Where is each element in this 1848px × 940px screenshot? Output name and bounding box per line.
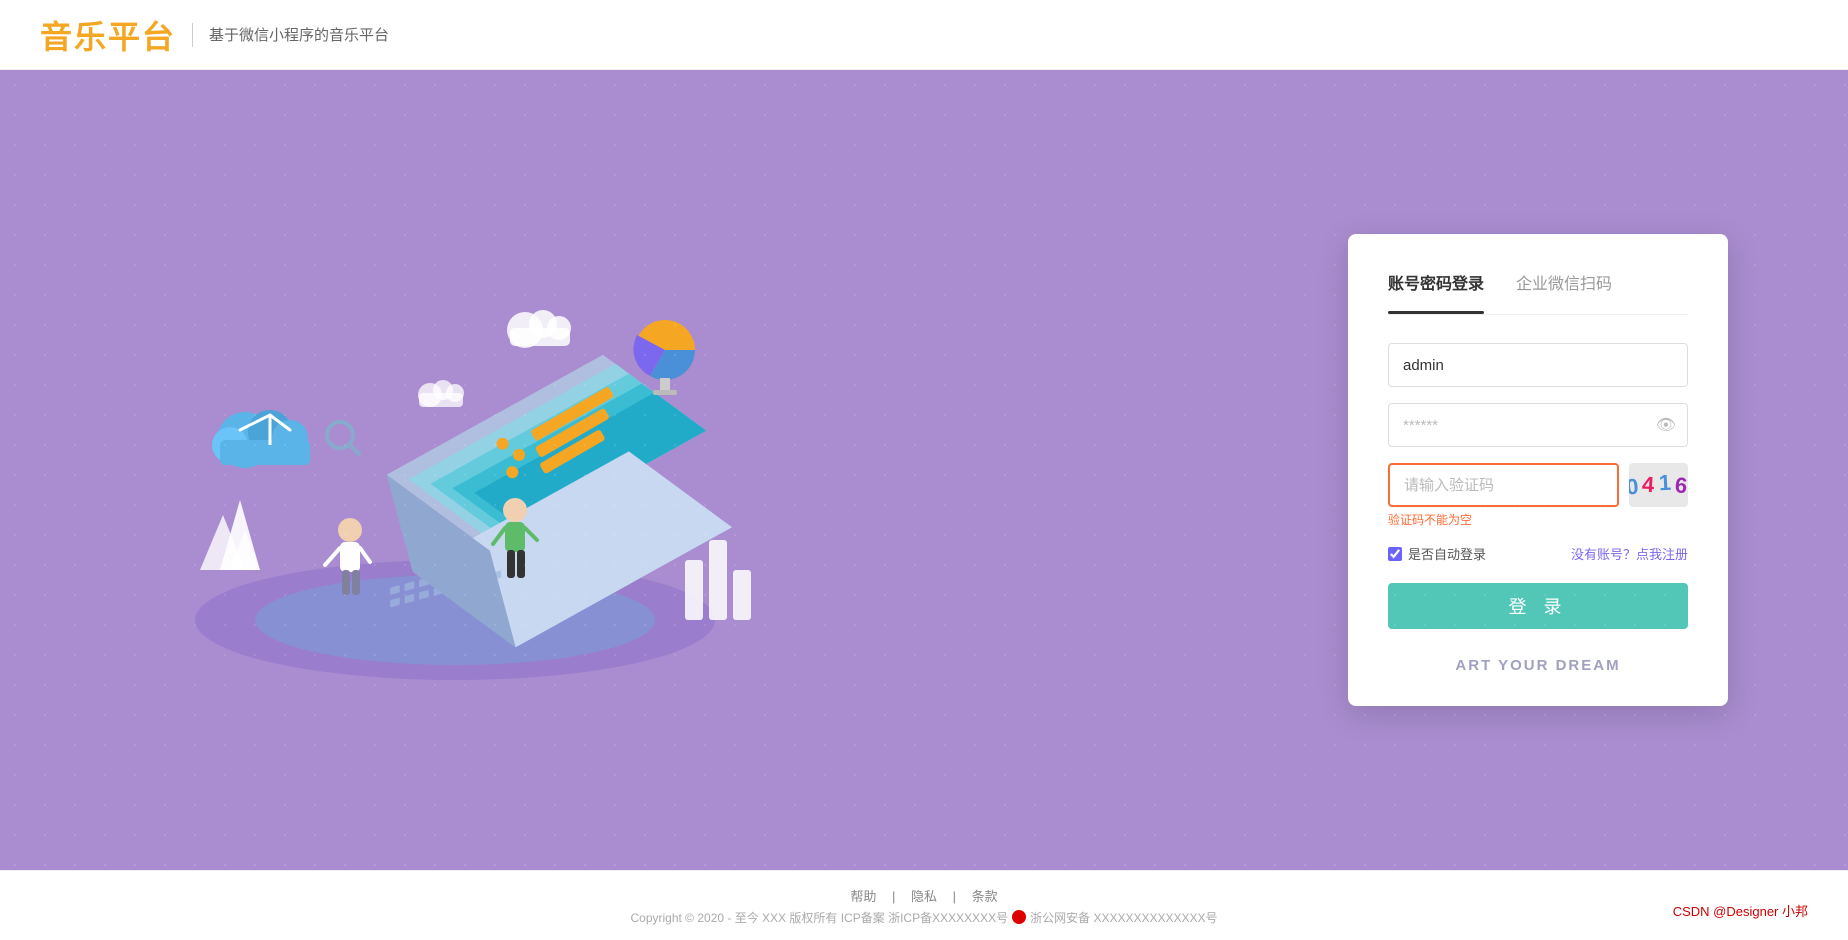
login-tabs: 账号密码登录 企业微信扫码 bbox=[1388, 270, 1688, 315]
tab-account-login[interactable]: 账号密码登录 bbox=[1388, 270, 1484, 302]
hero-illustration bbox=[80, 190, 830, 750]
username-input[interactable] bbox=[1388, 343, 1688, 387]
footer-sep1: | bbox=[892, 889, 895, 904]
captcha-group: 0416 验证码不能为空 bbox=[1388, 463, 1688, 528]
footer-help-link[interactable]: 帮助 bbox=[850, 889, 876, 904]
footer: 帮助 | 隐私 | 条款 Copyright © 2020 - 至今 XXX 版… bbox=[0, 870, 1848, 940]
password-input[interactable] bbox=[1388, 403, 1688, 447]
header: 音乐平台 基于微信小程序的音乐平台 bbox=[0, 0, 1848, 70]
header-subtitle: 基于微信小程序的音乐平台 bbox=[209, 24, 389, 45]
footer-privacy-link[interactable]: 隐私 bbox=[911, 889, 937, 904]
tab-wechat-scan[interactable]: 企业微信扫码 bbox=[1516, 270, 1612, 302]
footer-copyright: Copyright © 2020 - 至今 XXX 版权所有 ICP备案 浙IC… bbox=[630, 909, 1217, 926]
auto-login-label[interactable]: 是否自动登录 bbox=[1388, 544, 1486, 563]
logo: 音乐平台 bbox=[40, 12, 176, 58]
username-group bbox=[1388, 343, 1688, 387]
main-background: 账号密码登录 企业微信扫码 👁 0416 验证码不能为空 bbox=[0, 70, 1848, 870]
captcha-error: 验证码不能为空 bbox=[1388, 511, 1688, 528]
register-link[interactable]: 没有账号？点我注册 bbox=[1571, 544, 1688, 563]
password-group: 👁 bbox=[1388, 403, 1688, 447]
toggle-password-icon[interactable]: 👁 bbox=[1656, 415, 1676, 435]
footer-terms-link[interactable]: 条款 bbox=[972, 889, 998, 904]
header-divider bbox=[192, 23, 193, 47]
footer-links: 帮助 | 隐私 | 条款 bbox=[844, 886, 1003, 905]
footer-author: CSDN @Designer 小邦 bbox=[1673, 901, 1808, 920]
captcha-input[interactable] bbox=[1388, 463, 1619, 507]
auto-login-checkbox[interactable] bbox=[1388, 547, 1402, 561]
options-row: 是否自动登录 没有账号？点我注册 bbox=[1388, 544, 1688, 563]
captcha-image[interactable]: 0416 bbox=[1629, 463, 1688, 507]
login-card: 账号密码登录 企业微信扫码 👁 0416 验证码不能为空 bbox=[1348, 234, 1728, 706]
art-dream-text: ART YOUR DREAM bbox=[1388, 657, 1688, 674]
beian-icon bbox=[1012, 910, 1026, 924]
login-button[interactable]: 登 录 bbox=[1388, 583, 1688, 629]
footer-sep2: | bbox=[953, 889, 956, 904]
